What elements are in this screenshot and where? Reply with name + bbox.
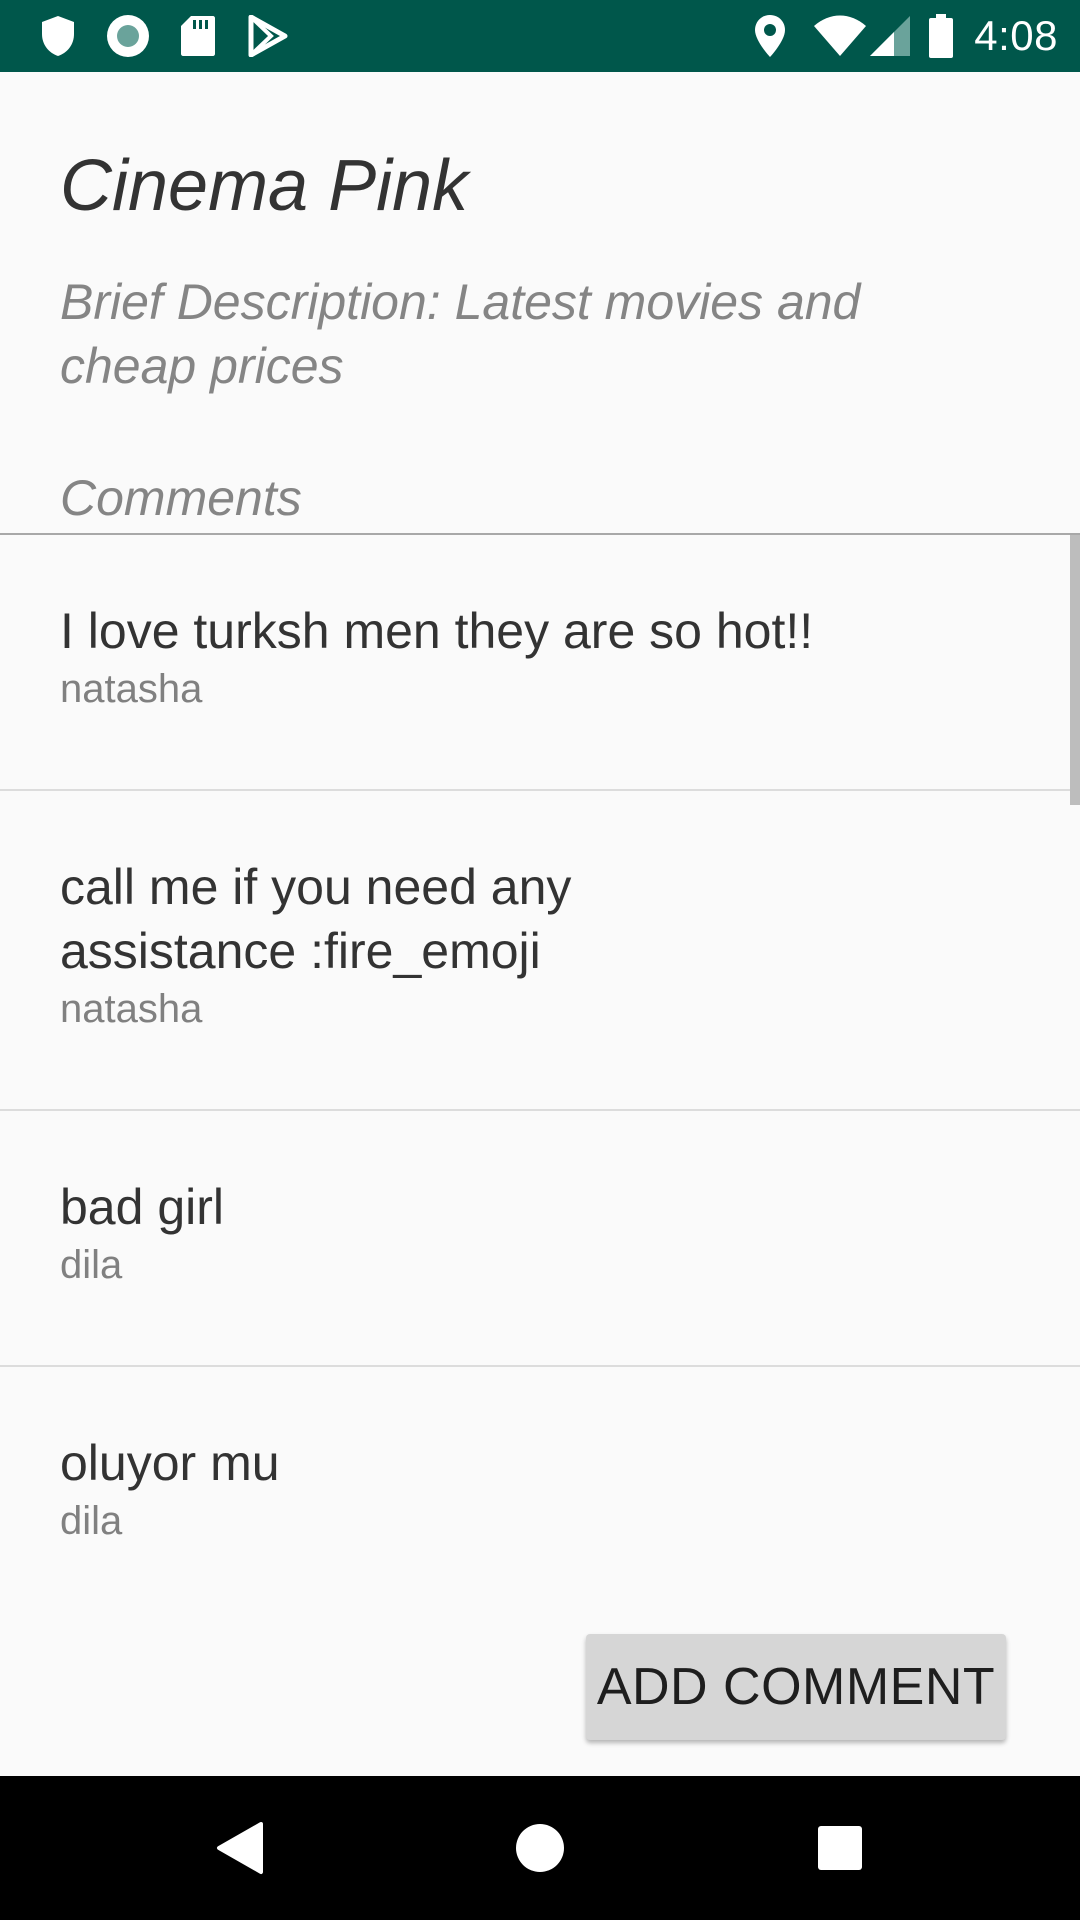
battery-icon [926,12,956,60]
page-description: Brief Description: Latest movies and che… [60,274,861,394]
comment-author: dila [60,1243,123,1287]
list-item[interactable]: oluyor mu dila [0,1367,1080,1623]
shield-icon [34,12,82,60]
navigation-bar [0,1776,1080,1920]
recents-icon[interactable] [768,1776,912,1920]
list-item[interactable]: I love turksh men they are so hot!! nata… [0,535,1080,791]
wifi-icon [812,12,868,60]
scrollbar[interactable] [1070,535,1080,805]
status-bar: 4:08 [0,0,1080,72]
comment-author: natasha [60,987,203,1031]
comment-text: oluyor mu [60,1435,280,1491]
list-item[interactable]: call me if you need any assistance :fire… [0,791,1080,1111]
comments-label: Comments [60,470,302,526]
back-icon[interactable] [168,1776,312,1920]
comment-text: call me if you need any assistance :fire… [60,859,572,979]
record-icon [104,12,152,60]
add-comment-button[interactable]: ADD COMMENT [586,1634,1006,1740]
status-bar-left [34,12,314,60]
comment-text: bad girl [60,1179,224,1235]
clock: 4:08 [974,12,1058,59]
signal-icon [868,12,912,60]
location-icon [746,12,794,60]
comment-author: dila [60,1499,123,1543]
sd-card-icon [174,12,222,60]
play-store-icon [244,12,292,60]
comment-author: natasha [60,667,203,711]
comment-text: I love turksh men they are so hot!! [60,603,814,659]
comments-list[interactable]: I love turksh men they are so hot!! nata… [0,533,1080,1633]
status-bar-right: 4:08 [746,10,1058,62]
list-item[interactable]: bad girl dila [0,1111,1080,1367]
home-icon[interactable] [468,1776,612,1920]
page-title: Cinema Pink [60,146,469,226]
